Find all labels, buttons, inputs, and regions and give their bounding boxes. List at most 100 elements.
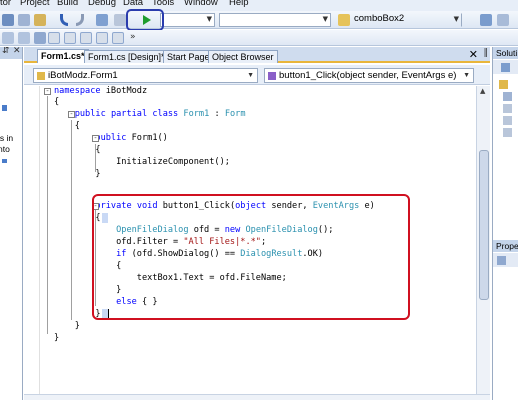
find-in-files-icon[interactable] [338, 14, 350, 26]
right-tool-window: Soluti Prope [492, 47, 518, 400]
code-line[interactable]: namespace iBotModz [54, 86, 147, 97]
bookmark-icon[interactable] [64, 32, 76, 44]
categorized-icon[interactable] [497, 256, 506, 265]
close-icon[interactable]: ✕ [469, 48, 478, 61]
code-line[interactable]: { [54, 97, 59, 108]
solution-explorer-toolbar [493, 60, 518, 74]
menu-item-window[interactable]: Window [184, 0, 218, 8]
menu-item-project[interactable]: Project [20, 0, 50, 8]
code-token: InitializeComponent(); [54, 157, 230, 167]
close-icon[interactable]: ✕ [13, 47, 21, 56]
method-icon [268, 72, 276, 80]
outline-line [95, 144, 96, 172]
paste-icon[interactable] [34, 14, 46, 26]
undo-icon[interactable] [60, 14, 68, 26]
code-line[interactable]: } [54, 321, 80, 332]
code-token: public [74, 109, 106, 119]
code-line[interactable]: public partial class Form1 : Form [54, 109, 246, 120]
member-combo[interactable]: button1_Click(object sender, EventArgs e… [264, 68, 474, 83]
prev-bookmark-icon[interactable] [80, 32, 92, 44]
next-bookmark-icon[interactable] [96, 32, 108, 44]
type-combo[interactable]: iBotModz.Form1 ▼ [33, 68, 258, 83]
arrow-icon [2, 159, 7, 163]
code-token: Form1() [126, 133, 168, 143]
code-token: } [54, 333, 60, 343]
vertical-scrollbar[interactable]: ▲ [476, 86, 490, 394]
navigate-forward-icon[interactable] [114, 14, 126, 26]
code-line[interactable]: { [54, 121, 80, 132]
code-token: { [54, 121, 80, 131]
solution-icon [499, 80, 508, 89]
code-line[interactable]: } [54, 169, 101, 180]
pin-icon[interactable]: ‖ [484, 48, 489, 58]
class-icon [37, 72, 45, 80]
tab-start-page[interactable]: Start Page [163, 50, 214, 63]
redo-icon[interactable] [76, 14, 84, 26]
type-combo-value: iBotModz.Form1 [48, 70, 118, 81]
code-line[interactable]: } [54, 333, 59, 344]
chevron-down-icon: ▼ [247, 72, 254, 79]
code-token: iBotModz [100, 86, 148, 96]
solution-explorer-header[interactable]: Soluti [493, 47, 518, 59]
text-editor-toolbar: » [0, 30, 518, 46]
menu-item-tools[interactable]: Tools [152, 0, 174, 8]
code-line[interactable]: InitializeComponent(); [54, 157, 230, 168]
chevron-down-icon: ▼ [322, 15, 328, 23]
tab-object-browser[interactable]: Object Browser [208, 50, 278, 63]
menu-item-editor[interactable]: tor [0, 0, 11, 8]
pin-icon[interactable]: ⇵ [2, 47, 10, 56]
tab-form1-cs[interactable]: Form1.cs* [37, 49, 89, 63]
chevron-down-icon: ▼ [463, 72, 470, 79]
comment-icon[interactable] [34, 32, 46, 44]
menu-item-debug[interactable]: Debug [88, 0, 116, 8]
properties-header[interactable]: Prope [493, 240, 518, 252]
clear-bookmarks-icon[interactable] [112, 32, 124, 44]
menu-item-build[interactable]: Build [57, 0, 78, 8]
document-tabs: Form1.cs* Form1.cs [Design]* Start Page … [24, 47, 490, 63]
cut-icon[interactable] [2, 14, 14, 26]
toolbar-overflow-icon[interactable]: » [130, 32, 140, 44]
code-token: } [54, 321, 80, 331]
refresh-icon[interactable] [501, 63, 510, 72]
code-token: } [54, 169, 101, 179]
code-token: { [54, 97, 60, 107]
navigate-icon[interactable] [96, 14, 108, 26]
chevron-down-icon: ▼ [453, 15, 459, 23]
horizontal-scrollbar[interactable] [24, 394, 490, 400]
standard-toolbar: ▼ ▼ comboBox2 ▼ [0, 11, 518, 29]
code-line[interactable]: { [54, 145, 100, 156]
indent-icon[interactable] [2, 32, 14, 44]
scrollbar-thumb[interactable] [479, 150, 489, 300]
code-token: namespace [54, 86, 101, 96]
chevron-down-icon: ▼ [206, 15, 212, 23]
outline-line [47, 96, 48, 334]
uncomment-icon[interactable] [48, 32, 60, 44]
outline-line [71, 120, 72, 320]
outdent-icon[interactable] [18, 32, 30, 44]
file-icon [503, 128, 512, 137]
properties-toolbar [493, 253, 518, 267]
solution-explorer-icon[interactable] [480, 14, 492, 26]
properties-icon[interactable] [497, 14, 509, 26]
tab-form1-design[interactable]: Form1.cs [Design]* [84, 50, 169, 63]
editor-gutter [24, 86, 40, 394]
member-combo-value: button1_Click(object sender, EventArgs e… [279, 70, 457, 81]
solution-config-combo[interactable]: ▼ [160, 13, 215, 27]
project-icon [503, 92, 512, 101]
left-panel-header: ⇵ ✕ [0, 47, 22, 59]
code-block-highlight [92, 194, 410, 320]
collapse-icon[interactable]: - [92, 135, 99, 142]
menu-item-help[interactable]: Help [229, 0, 249, 8]
code-token: Form1 [183, 109, 210, 119]
find-combo[interactable]: ▼ [352, 13, 462, 27]
menu-item-data[interactable]: Data [123, 0, 143, 8]
solution-platform-combo[interactable]: ▼ [219, 13, 331, 27]
collapse-icon[interactable]: - [44, 88, 51, 95]
left-tool-window: ⇵ ✕ ls in nto [0, 47, 23, 400]
copy-icon[interactable] [18, 14, 30, 26]
scroll-up-icon[interactable]: ▲ [480, 87, 485, 95]
collapse-icon[interactable]: - [68, 111, 75, 118]
menu-bar: tor Project Build Debug Data Tools Windo… [0, 0, 518, 11]
